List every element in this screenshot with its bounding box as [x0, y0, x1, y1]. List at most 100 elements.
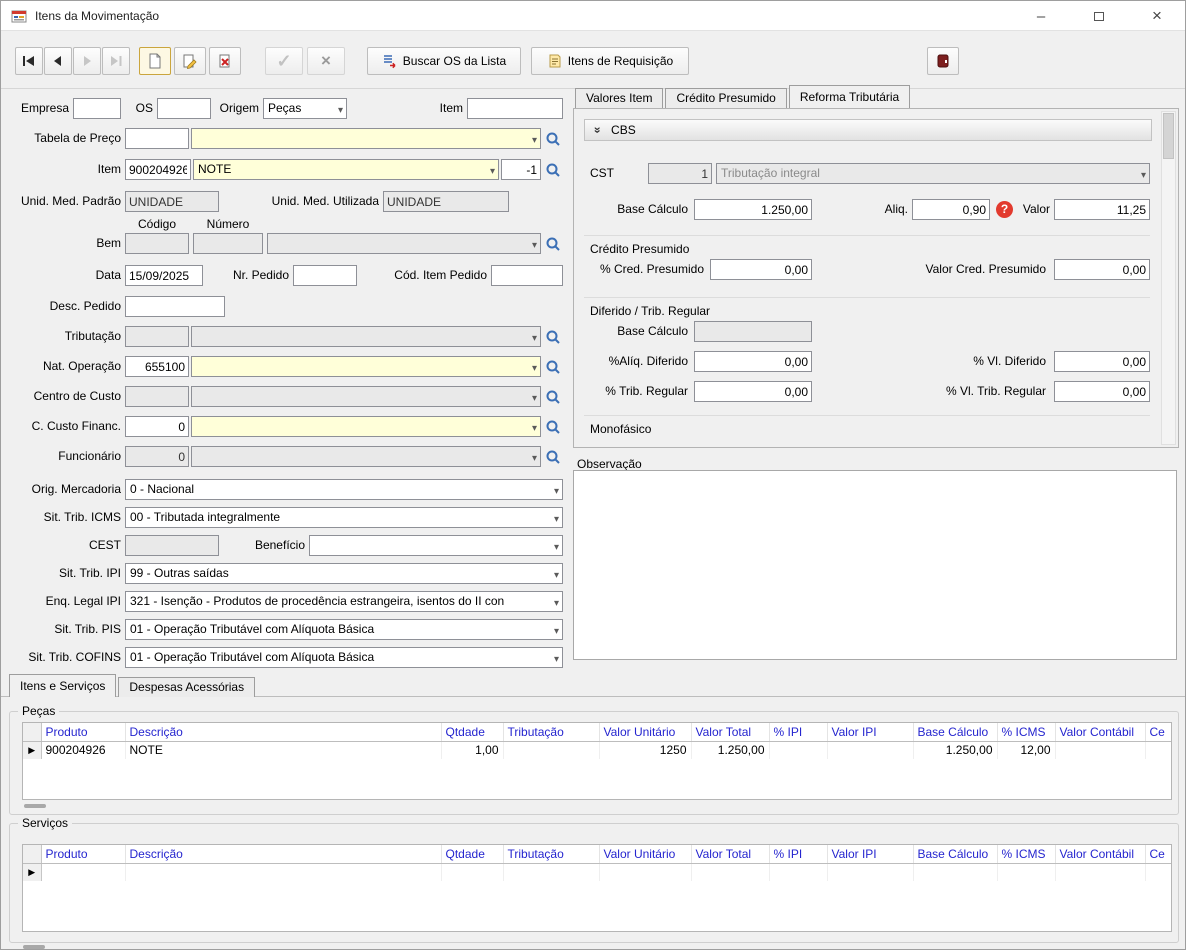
sit-trib-cofins-select[interactable]: 01 - Operação Tributável com Alíquota Bá… [125, 647, 563, 668]
vl-diferido-input[interactable] [1054, 351, 1150, 372]
cell-perc-icms[interactable]: 12,00 [997, 741, 1055, 759]
tabela-preco-select[interactable]: ▾ [191, 128, 541, 149]
cod-item-pedido-input[interactable] [491, 265, 563, 286]
valor-cred-presumido-label: Valor Cred. Presumido [874, 259, 1046, 280]
confirm-button[interactable]: ✓ [265, 47, 303, 75]
last-record-button[interactable] [102, 47, 130, 75]
sit-trib-icms-select[interactable]: 00 - Tributada integralmente ▾ [125, 507, 563, 528]
h-scrollbar-thumb[interactable] [23, 945, 45, 949]
tab-despesas-acessorias[interactable]: Despesas Acessórias [118, 677, 255, 697]
cell-valor-total[interactable]: 1.250,00 [691, 741, 769, 759]
chevron-down-icon: ▾ [532, 389, 537, 407]
cell-valor-unitario[interactable]: 1250 [599, 741, 691, 759]
cell-tributacao[interactable] [503, 741, 599, 759]
cell-valor-contabil[interactable] [1055, 863, 1145, 881]
tab-itens-e-servicos[interactable]: Itens e Serviços [9, 674, 116, 697]
aliq-diferido-input[interactable] [694, 351, 812, 372]
data-input[interactable] [125, 265, 203, 286]
col-valor-ipi: Valor IPI [827, 723, 913, 741]
orig-mercadoria-select[interactable]: 0 - Nacional ▾ [125, 479, 563, 500]
empresa-input[interactable] [73, 98, 121, 119]
valor-input[interactable] [1054, 199, 1150, 220]
cbs-section-header[interactable]: « CBS [584, 119, 1152, 141]
prior-record-button[interactable] [44, 47, 72, 75]
maximize-button[interactable] [1077, 1, 1121, 31]
c-custo-financ-lookup-button[interactable] [543, 416, 563, 437]
cell-ce[interactable] [1145, 741, 1172, 759]
cell-perc-ipi[interactable] [769, 741, 827, 759]
sit-trib-pis-select[interactable]: 01 - Operação Tributável com Alíquota Bá… [125, 619, 563, 640]
cell-descricao[interactable] [125, 863, 441, 881]
cell-produto[interactable]: 900204926 [41, 741, 125, 759]
tab-valores-item[interactable]: Valores Item [575, 88, 663, 108]
col-valor-total: Valor Total [691, 723, 769, 741]
cell-perc-icms[interactable] [997, 863, 1055, 881]
base-calculo-input[interactable] [694, 199, 812, 220]
observacao-memo[interactable] [573, 470, 1177, 660]
cell-valor-unitario[interactable] [599, 863, 691, 881]
cell-valor-contabil[interactable] [1055, 741, 1145, 759]
buscar-os-button[interactable]: Buscar OS da Lista [367, 47, 521, 75]
perc-cred-presumido-label: % Cred. Presumido [584, 259, 704, 280]
cell-tributacao[interactable] [503, 863, 599, 881]
tabela-preco-lookup-button[interactable] [543, 128, 563, 149]
cell-perc-ipi[interactable] [769, 863, 827, 881]
vertical-scrollbar[interactable] [1161, 111, 1176, 445]
cell-produto[interactable] [41, 863, 125, 881]
edit-record-button[interactable] [174, 47, 206, 75]
scrollbar-thumb[interactable] [1163, 113, 1174, 159]
item-top-input[interactable] [467, 98, 563, 119]
cell-qtdade[interactable] [441, 863, 503, 881]
h-scrollbar-thumb[interactable] [24, 804, 46, 808]
cell-valor-ipi[interactable] [827, 863, 913, 881]
nat-operacao-select[interactable]: ▾ [191, 356, 541, 377]
tabela-preco-code-input[interactable] [125, 128, 189, 149]
cell-valor-total[interactable] [691, 863, 769, 881]
itens-requisicao-button[interactable]: Itens de Requisição [531, 47, 689, 75]
cell-valor-ipi[interactable] [827, 741, 913, 759]
c-custo-financ-select[interactable]: ▾ [191, 416, 541, 437]
origem-select[interactable]: Peças ▾ [263, 98, 347, 119]
empresa-label: Empresa [9, 98, 69, 119]
cell-base-calculo[interactable]: 1.250,00 [913, 741, 997, 759]
search-icon [545, 389, 561, 405]
new-record-button[interactable] [139, 47, 171, 75]
delete-record-button[interactable] [209, 47, 241, 75]
valor-cred-presumido-input[interactable] [1054, 259, 1150, 280]
trib-regular-input[interactable] [694, 381, 812, 402]
next-record-button[interactable] [73, 47, 101, 75]
c-custo-financ-code-input[interactable] [125, 416, 189, 437]
nat-operacao-code-input[interactable] [125, 356, 189, 377]
os-input[interactable] [157, 98, 211, 119]
enq-legal-ipi-select[interactable]: 321 - Isenção - Produtos de procedência … [125, 591, 563, 612]
vl-trib-regular-input[interactable] [1054, 381, 1150, 402]
cell-qtdade[interactable]: 1,00 [441, 741, 503, 759]
nat-operacao-lookup-button[interactable] [543, 356, 563, 377]
exit-button[interactable] [927, 47, 959, 75]
item-select[interactable]: NOTE ▾ [193, 159, 499, 180]
tab-reforma-tributaria[interactable]: Reforma Tributária [789, 85, 910, 108]
tributacao-lookup-button[interactable] [543, 326, 563, 347]
tab-credito-presumido[interactable]: Crédito Presumido [665, 88, 786, 108]
next-record-icon [80, 55, 94, 67]
help-icon[interactable]: ? [996, 201, 1013, 218]
cell-base-calculo[interactable] [913, 863, 997, 881]
cell-ce[interactable] [1145, 863, 1172, 881]
item-qty-input[interactable] [501, 159, 541, 180]
bem-lookup-button[interactable] [543, 233, 563, 254]
beneficio-select[interactable]: ▾ [309, 535, 563, 556]
cell-descricao[interactable]: NOTE [125, 741, 441, 759]
first-record-button[interactable] [15, 47, 43, 75]
desc-pedido-input[interactable] [125, 296, 225, 317]
aliq-input[interactable] [912, 199, 990, 220]
perc-cred-presumido-input[interactable] [710, 259, 812, 280]
nr-pedido-input[interactable] [293, 265, 357, 286]
item-lookup-button[interactable] [543, 159, 563, 180]
sit-trib-ipi-select[interactable]: 99 - Outras saídas ▾ [125, 563, 563, 584]
centro-custo-lookup-button[interactable] [543, 386, 563, 407]
funcionario-lookup-button[interactable] [543, 446, 563, 467]
close-button[interactable]: × [1135, 1, 1179, 31]
item-code-input[interactable] [125, 159, 191, 180]
minimize-button[interactable]: – [1019, 1, 1063, 31]
cancel-button[interactable]: × [307, 47, 345, 75]
